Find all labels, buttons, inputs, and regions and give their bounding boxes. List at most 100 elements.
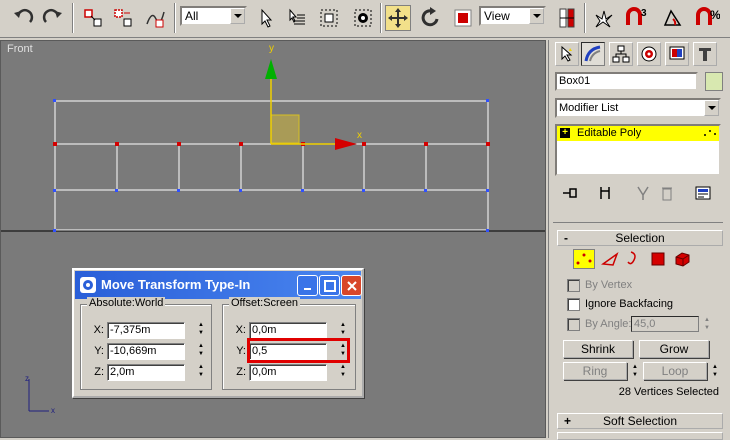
utilities-tab-icon[interactable] [693,42,717,66]
create-tab-icon[interactable] [555,42,579,66]
modify-tab-icon[interactable] [581,42,605,66]
reference-coordinate-dropdown[interactable]: View [479,6,546,26]
chevron-down-icon [704,100,719,116]
soft-selection-rollout-title: Soft Selection [602,414,678,428]
rectangular-selection-icon[interactable] [316,5,342,31]
display-tab-icon[interactable] [665,42,689,66]
collapse-icon: - [564,231,568,245]
configure-modifier-sets-icon[interactable] [693,184,713,202]
maximize-button[interactable] [319,275,340,296]
by-vertex-checkbox[interactable] [567,278,580,292]
absolute-x-row: X: -7,375m [89,321,185,339]
loop-button[interactable]: Loop [643,362,707,380]
ring-spinner[interactable]: ▲ ▼ [629,363,641,380]
offset-x-input[interactable]: 0,0m [249,321,327,339]
absolute-y-row: Y: -10,669m [89,342,185,360]
reference-coordinate-value: View [484,9,510,23]
by-vertex-label: By Vertex [585,279,633,291]
polygon-subobject-icon[interactable] [647,249,669,269]
offset-x-label: X: [235,324,246,336]
pin-stack-icon[interactable] [561,184,581,202]
unlink-selection-icon[interactable] [110,5,136,31]
motion-tab-icon[interactable] [637,42,661,66]
expand-icon[interactable]: + [560,128,570,138]
by-angle-checkbox[interactable] [567,317,580,331]
highlight-box [247,338,350,363]
absolute-y-spinner[interactable]: ▲ ▼ [195,342,207,359]
by-angle-input[interactable]: 45,0 [631,316,699,332]
select-and-link-icon[interactable] [80,5,106,31]
dialog-title: Move Transform Type-In [101,277,251,292]
move-transform-dialog: Move Transform Type-In Absolute:World X:… [72,268,364,398]
bind-to-space-warp-icon[interactable] [142,5,168,31]
vertex-subobject-icon[interactable] [573,249,595,269]
gizmo-y-label: y [269,43,274,54]
offset-screen-title: Offset:Screen [229,297,301,309]
offset-z-spinner[interactable]: ▲ ▼ [337,363,349,380]
max-app-icon [80,277,96,293]
grow-button[interactable]: Grow [639,340,709,358]
undo-icon[interactable] [10,5,36,31]
modifier-stack: + Editable Poly [555,124,721,176]
stack-item-label: Editable Poly [577,127,642,139]
minimize-button[interactable] [297,275,318,296]
border-subobject-icon[interactable] [621,249,643,269]
ignore-backfacing-checkbox[interactable] [567,297,580,311]
absolute-x-input[interactable]: -7,375m [107,321,185,339]
select-and-move-icon[interactable] [385,5,411,31]
modifier-list-label: Modifier List [559,102,619,114]
chevron-down-icon [230,8,245,24]
object-color-swatch[interactable] [705,72,723,91]
dialog-title-bar[interactable]: Move Transform Type-In [75,271,362,299]
select-and-scale-icon[interactable] [450,5,476,31]
edge-subobject-icon[interactable] [599,249,621,269]
show-end-result-icon[interactable] [595,184,615,202]
select-by-name-icon[interactable] [284,5,310,31]
main-toolbar: All View 3 % [0,0,730,38]
expand-icon: + [564,414,572,428]
absolute-y-input[interactable]: -10,669m [107,342,185,360]
percent-snap-icon[interactable]: % [694,5,720,31]
selection-rollout-header[interactable]: - Selection [557,230,723,246]
use-pivot-center-icon[interactable] [554,5,580,31]
ignore-backfacing-row[interactable]: Ignore Backfacing [567,296,673,312]
select-object-icon[interactable] [253,5,279,31]
element-subobject-icon[interactable] [671,249,693,269]
selection-rollout-title: Selection [615,231,665,245]
by-angle-spinner[interactable]: ▲ ▼ [701,316,713,333]
object-name-input[interactable]: Box01 [555,72,698,91]
soft-selection-rollout-header[interactable]: + Soft Selection [557,413,723,429]
by-vertex-row[interactable]: By Vertex [567,277,632,293]
hierarchy-tab-icon[interactable] [609,42,633,66]
offset-z-label: Z: [236,366,246,378]
absolute-x-spinner[interactable]: ▲ ▼ [195,321,207,338]
shrink-button[interactable]: Shrink [563,340,633,358]
offset-x-spinner[interactable]: ▲ ▼ [337,321,349,338]
ring-button[interactable]: Ring [563,362,627,380]
window-crossing-icon[interactable] [350,5,376,31]
by-angle-row[interactable]: By Angle: [567,316,631,332]
select-and-rotate-icon[interactable] [418,5,444,31]
make-unique-icon[interactable] [633,184,653,202]
loop-spinner[interactable]: ▲ ▼ [709,363,721,380]
selection-filter-dropdown[interactable]: All [180,6,247,26]
svg-text:z: z [25,374,29,383]
absolute-z-spinner[interactable]: ▲ ▼ [195,363,207,380]
selection-status: 28 Vertices Selected [618,386,719,398]
snaps-toggle-icon[interactable]: 3 [624,5,650,31]
angle-snap-icon[interactable] [660,5,686,31]
stack-item-editable-poly[interactable]: + Editable Poly [557,126,719,141]
select-and-manipulate-icon[interactable] [590,5,616,31]
close-button[interactable] [341,275,362,296]
modifier-list-dropdown[interactable]: Modifier List [555,98,721,118]
next-rollout-header[interactable] [557,432,723,440]
viewport-label[interactable]: Front [7,43,33,55]
svg-text:3: 3 [641,8,647,19]
redo-icon[interactable] [40,5,66,31]
svg-text:%: % [710,8,720,22]
vertex-mode-icon [704,130,716,136]
remove-modifier-icon[interactable] [657,184,677,202]
offset-z-input[interactable]: 0,0m [249,363,327,381]
command-panel: Box01 Modifier List + Editable Poly - Se… [548,40,730,440]
absolute-z-input[interactable]: 2,0m [107,363,185,381]
